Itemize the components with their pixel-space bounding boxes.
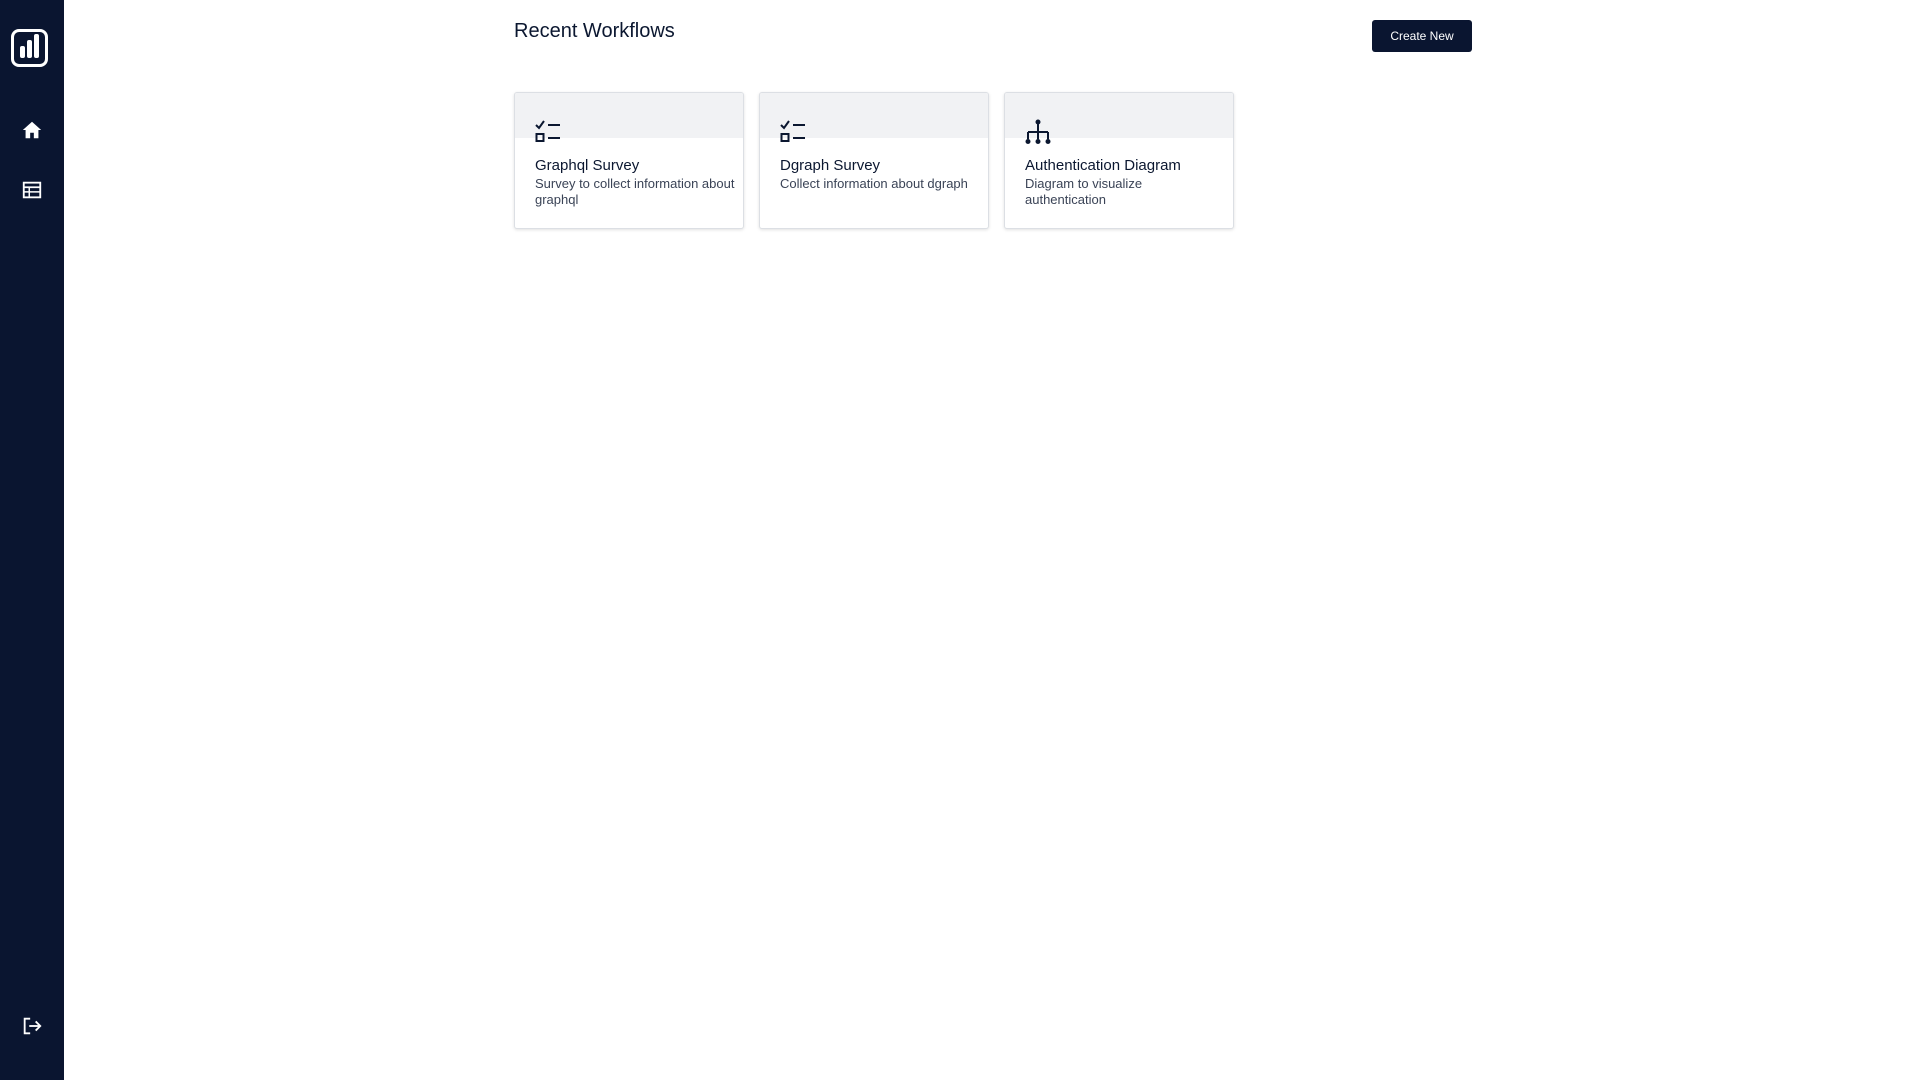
create-new-button[interactable]: Create New xyxy=(1372,20,1472,52)
logout-button[interactable] xyxy=(0,1006,64,1046)
workflow-cards: Graphql Survey Survey to collect informa… xyxy=(514,92,1234,229)
table-icon xyxy=(22,181,42,199)
page-title: Recent Workflows xyxy=(514,20,675,42)
workflow-card[interactable]: Authentication Diagram Diagram to visual… xyxy=(1004,92,1234,229)
logout-icon xyxy=(23,1017,42,1035)
workflow-card[interactable]: Graphql Survey Survey to collect informa… xyxy=(514,92,744,229)
card-description: Survey to collect information about grap… xyxy=(535,176,735,207)
workflow-card[interactable]: Dgraph Survey Collect information about … xyxy=(759,92,989,229)
sidebar xyxy=(0,0,64,1080)
logo-bar xyxy=(27,40,32,58)
bar-chart-logo-icon[interactable] xyxy=(11,29,48,67)
card-title: Graphql Survey xyxy=(535,157,640,174)
sidebar-item-table[interactable] xyxy=(0,170,64,210)
home-icon xyxy=(22,121,42,139)
logo-bar xyxy=(34,34,39,58)
logo-bar xyxy=(20,46,25,58)
hierarchy-icon xyxy=(1025,119,1051,144)
sidebar-item-home[interactable] xyxy=(0,110,64,150)
main-content: Recent Workflows Create New Graphql Surv… xyxy=(64,0,1920,1080)
card-description: Diagram to visualize authentication xyxy=(1025,176,1143,207)
card-description: Collect information about dgraph xyxy=(780,176,968,191)
card-title: Dgraph Survey xyxy=(780,157,881,174)
checklist-icon xyxy=(780,120,805,142)
card-title: Authentication Diagram xyxy=(1025,157,1181,174)
checklist-icon xyxy=(535,120,560,142)
